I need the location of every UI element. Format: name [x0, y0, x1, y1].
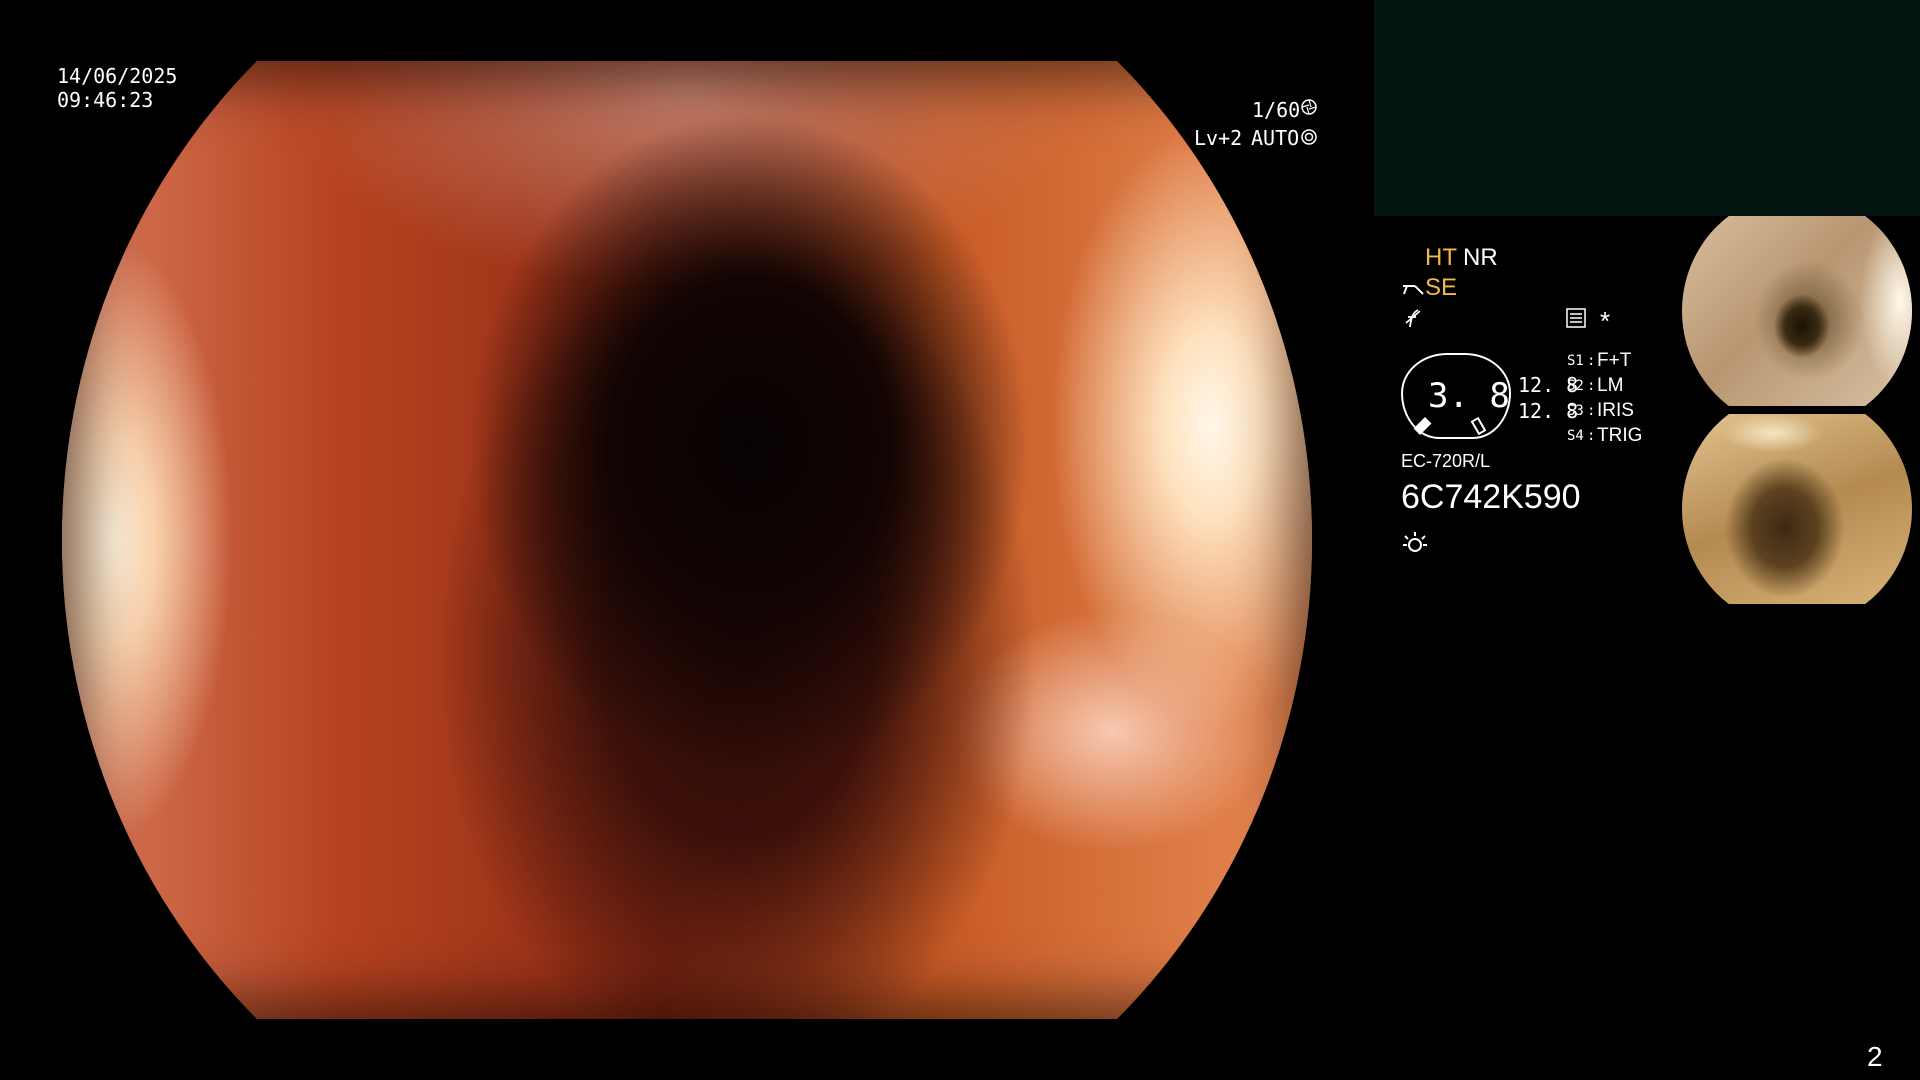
- capture-thumbnail-2[interactable]: [1674, 414, 1920, 604]
- mode-label: AUTO: [1251, 126, 1300, 150]
- level-label: Lv+2: [1194, 126, 1243, 150]
- switch-3-key: S3: [1567, 403, 1584, 419]
- scope-model: EC-720R/L: [1401, 451, 1491, 471]
- thumbnail-image: [1682, 414, 1912, 604]
- sun-icon: [1401, 530, 1429, 558]
- f-slash-icon: [1404, 307, 1422, 329]
- shutter-label: 1/60: [1252, 98, 1301, 122]
- se-indicator: SE: [1425, 274, 1458, 301]
- switch-4-value: TRIG: [1597, 425, 1643, 446]
- capture-thumbnail-1[interactable]: [1674, 216, 1920, 406]
- settings-panel-icon: [1566, 308, 1586, 328]
- scope-serial: 6C742K590: [1401, 478, 1581, 516]
- time-label: 09:46:23: [57, 88, 154, 112]
- target-icon: [1301, 129, 1317, 145]
- secondary-display-area: [1374, 0, 1920, 216]
- aperture-icon: [1301, 99, 1317, 115]
- scope-tip-icon: [1401, 280, 1425, 300]
- endoscope-live-view: [62, 61, 1312, 1019]
- switch-4-key: S4: [1567, 428, 1584, 444]
- page-number: 2: [1867, 1041, 1883, 1072]
- switch-2-value: LM: [1597, 375, 1624, 396]
- asterisk-indicator: *: [1600, 306, 1611, 336]
- switch-2-key: S2: [1567, 378, 1584, 394]
- switch-1-value: F+T: [1597, 350, 1632, 371]
- nr-indicator: NR: [1463, 244, 1498, 271]
- switch-1-key: S1: [1567, 353, 1584, 369]
- center-value: 3. 8: [1428, 376, 1510, 416]
- ht-indicator: HT: [1425, 244, 1457, 271]
- thumbnail-image: [1682, 216, 1912, 406]
- date-label: 14/06/2025: [57, 64, 178, 88]
- switch-3-value: IRIS: [1597, 400, 1634, 421]
